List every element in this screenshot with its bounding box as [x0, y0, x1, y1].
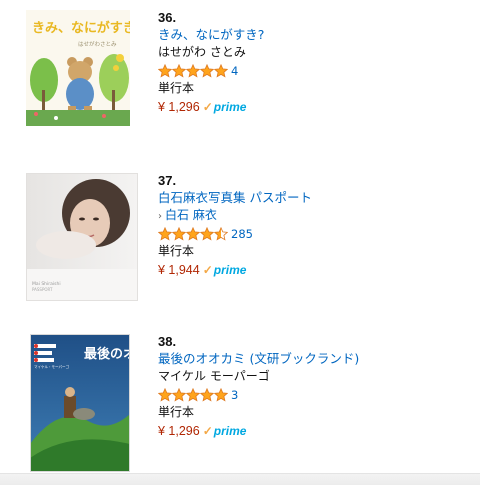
star-full-icon — [214, 388, 228, 402]
star-rating[interactable]: 285 — [158, 225, 468, 243]
format-label: 単行本 — [158, 405, 195, 419]
format-label: 単行本 — [158, 244, 195, 258]
price-row: ¥ 1,944 ✓ prime — [158, 261, 468, 279]
star-half-icon — [214, 227, 228, 241]
prime-badge: ✓ prime — [203, 263, 247, 277]
stars — [158, 64, 228, 78]
book-cover-wolf[interactable]: 最後のオオカミ マイケル・モーパーゴ — [30, 334, 130, 472]
cover-author-text: PASSPORT — [32, 287, 53, 292]
book-cover-kimi[interactable]: きみ、なにがすき? はせがわさとみ — [26, 10, 130, 126]
author-link[interactable]: › 白石 麻衣 — [158, 207, 468, 225]
star-full-icon — [158, 388, 172, 402]
review-count-link[interactable]: 4 — [231, 64, 238, 78]
author-name: はせがわ さとみ — [158, 45, 246, 59]
rank-number: 37. — [158, 173, 177, 188]
product-title-link[interactable]: 最後のオオカミ (文研ブックランド) — [158, 351, 468, 368]
prime-check-icon: ✓ — [202, 424, 213, 438]
star-rating[interactable]: 3 — [158, 386, 468, 404]
item-info: 38. 最後のオオカミ (文研ブックランド) マイケル モーパーゴ 3 単行本 … — [158, 334, 468, 440]
prime-check-icon: ✓ — [202, 100, 213, 114]
price-row: ¥ 1,296 ✓ prime — [158, 422, 468, 440]
price-link[interactable]: ¥ 1,944 — [158, 263, 200, 277]
review-count-link[interactable]: 3 — [231, 388, 238, 402]
rank-number: 38. — [158, 334, 177, 349]
star-full-icon — [186, 388, 200, 402]
bottom-divider — [0, 473, 480, 485]
item-info: 37. 白石麻衣写真集 パスポート › 白石 麻衣 285 単行本 ¥ 1,944… — [158, 173, 468, 279]
price-link[interactable]: ¥ 1,296 — [158, 424, 200, 438]
star-full-icon — [200, 388, 214, 402]
cover-author-text: マイケル・モーパーゴ — [34, 364, 69, 369]
prime-check-icon: ✓ — [202, 263, 213, 277]
cover-author-text: はせがわさとみ — [78, 40, 117, 48]
star-full-icon — [158, 227, 172, 241]
price-link[interactable]: ¥ 1,296 — [158, 100, 200, 114]
cover-title-text: きみ、なにがすき? — [32, 20, 130, 36]
prime-label: prime — [213, 424, 247, 438]
book-cover-passport[interactable]: Mai Shiraishi PASSPORT — [26, 173, 138, 301]
chevron-right-icon: › — [158, 211, 162, 222]
star-full-icon — [200, 64, 214, 78]
author-name: 白石 麻衣 — [165, 208, 217, 222]
prime-badge: ✓ prime — [203, 100, 247, 114]
bestseller-list: きみ、なにがすき? はせがわさとみ — [0, 0, 480, 485]
author-name: マイケル モーパーゴ — [158, 369, 270, 383]
star-full-icon — [200, 227, 214, 241]
rank-number: 36. — [158, 10, 177, 25]
star-full-icon — [186, 227, 200, 241]
cover-title-text: 最後のオオカミ — [84, 346, 130, 362]
star-full-icon — [158, 64, 172, 78]
stars — [158, 388, 228, 402]
price-row: ¥ 1,296 ✓ prime — [158, 98, 468, 116]
product-title-link[interactable]: きみ、なにがすき? — [158, 27, 468, 44]
prime-badge: ✓ prime — [203, 424, 247, 438]
item-info: 36. きみ、なにがすき? はせがわ さとみ 4 単行本 ¥ 1,296 ✓ pr… — [158, 10, 468, 116]
product-title-link[interactable]: 白石麻衣写真集 パスポート — [158, 190, 468, 207]
stars — [158, 227, 228, 241]
star-full-icon — [172, 64, 186, 78]
star-full-icon — [186, 64, 200, 78]
star-full-icon — [172, 388, 186, 402]
review-count-link[interactable]: 285 — [231, 227, 253, 241]
format-label: 単行本 — [158, 81, 195, 95]
star-full-icon — [214, 64, 228, 78]
star-rating[interactable]: 4 — [158, 62, 468, 80]
prime-label: prime — [213, 100, 247, 114]
prime-label: prime — [213, 263, 247, 277]
star-full-icon — [172, 227, 186, 241]
